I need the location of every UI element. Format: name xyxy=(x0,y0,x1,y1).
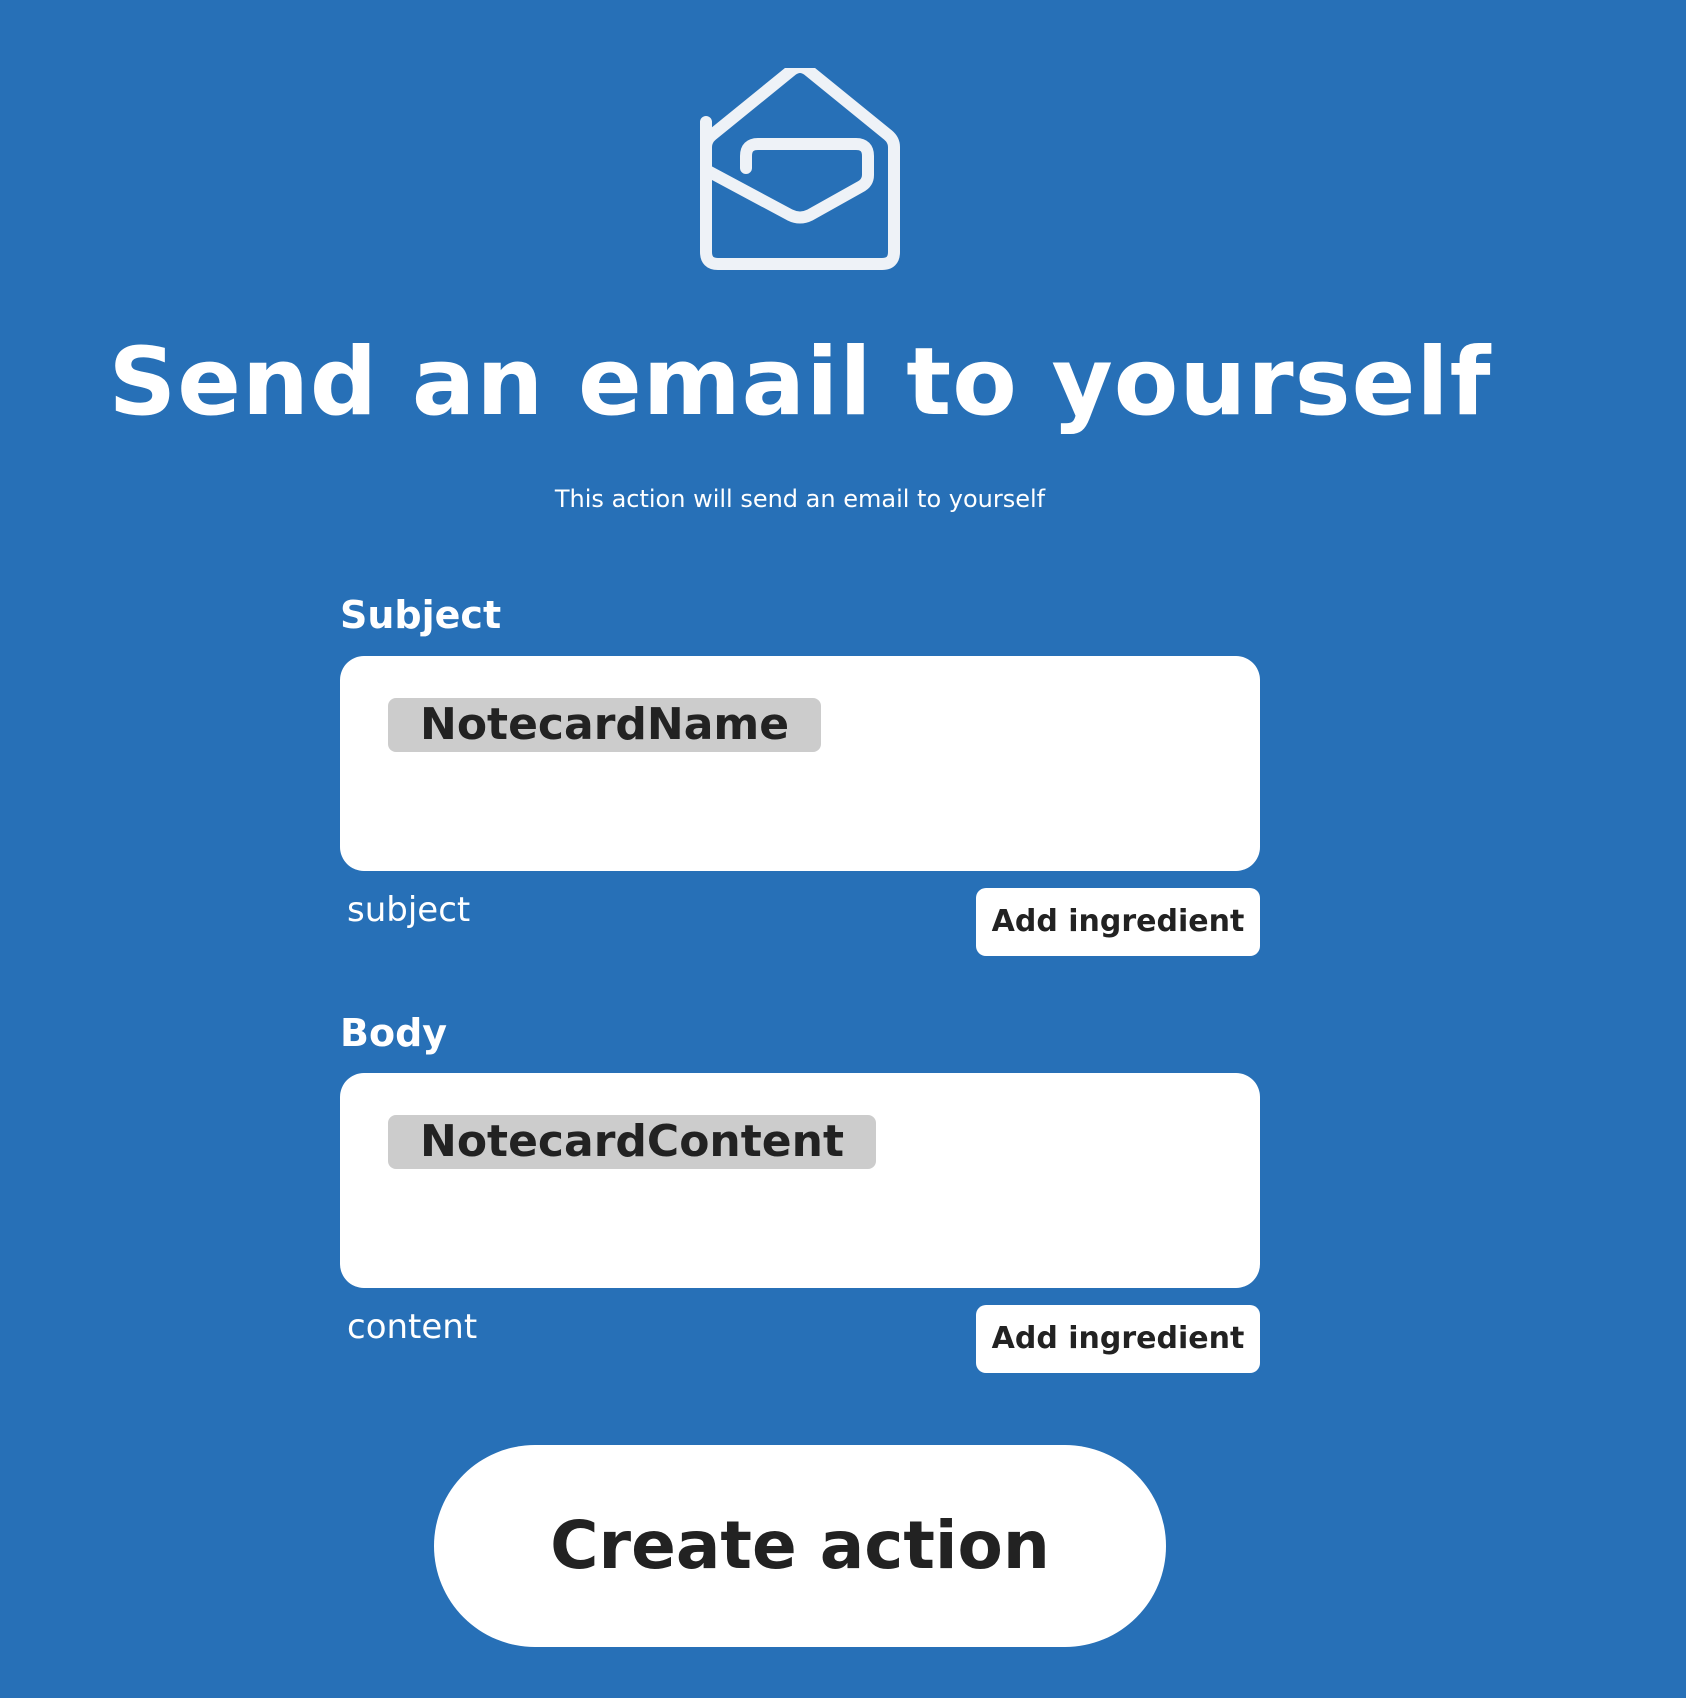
body-helper-text: content xyxy=(347,1307,478,1347)
ingredient-tag-notecard-content[interactable]: NotecardContent xyxy=(388,1115,876,1169)
body-label: Body xyxy=(340,1011,448,1055)
ingredient-tag-notecard-name[interactable]: NotecardName xyxy=(388,698,822,752)
subject-helper-text: subject xyxy=(347,890,471,930)
create-action-button[interactable]: Create action xyxy=(434,1445,1166,1647)
email-envelope-icon xyxy=(690,68,910,288)
page-title: Send an email to yourself xyxy=(108,328,1492,437)
page-description: This action will send an email to yourse… xyxy=(554,485,1046,513)
action-config-page: Send an email to yourself This action wi… xyxy=(0,0,1686,1698)
subject-label: Subject xyxy=(340,593,502,637)
subject-field[interactable]: NotecardName xyxy=(340,656,1260,871)
add-ingredient-button-body[interactable]: Add ingredient xyxy=(976,1305,1260,1373)
add-ingredient-button-subject[interactable]: Add ingredient xyxy=(976,888,1260,956)
body-field[interactable]: NotecardContent xyxy=(340,1073,1260,1288)
